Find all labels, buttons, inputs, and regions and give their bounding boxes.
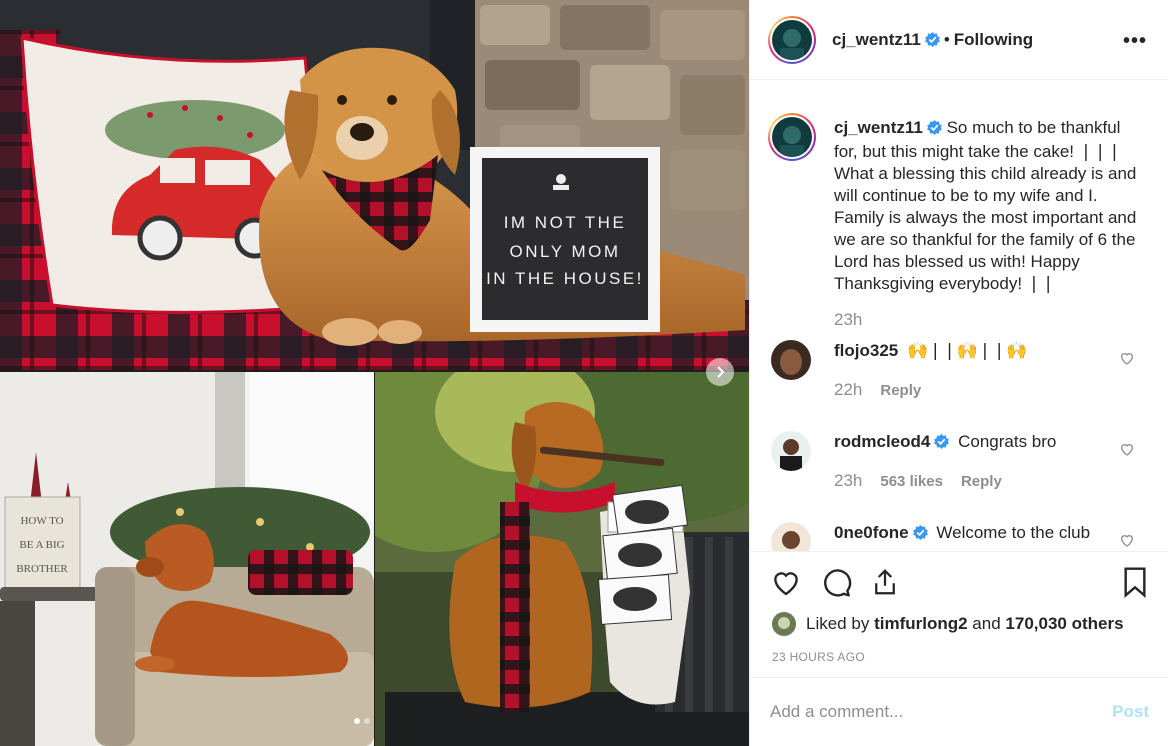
likes-and: and [972, 614, 1001, 633]
reply-button[interactable]: Reply [961, 473, 1002, 490]
post-timestamp[interactable]: 23 HOURS AGO [772, 650, 865, 664]
comment-text: 🙌❘❘🙌❘❘🙌 [906, 341, 1028, 360]
post-side-panel: cj_wentz11 • Following ••• cj_wentz11 So … [749, 0, 1168, 746]
author-username[interactable]: cj_wentz11 [832, 30, 921, 49]
verified-badge-icon [934, 433, 950, 455]
comment-like-icon[interactable] [1119, 441, 1135, 462]
comment-text: Welcome to the club [936, 523, 1091, 542]
comment-text: Congrats bro [958, 432, 1057, 451]
letter-board-line-3: IN THE HOUSE! [486, 269, 644, 288]
header-separator: • [943, 30, 950, 49]
chevron-right-icon [717, 366, 725, 378]
photo-bottom-right [375, 372, 749, 746]
carousel-dot [364, 718, 370, 724]
share-icon[interactable] [870, 566, 900, 603]
commenter-avatar[interactable] [771, 522, 811, 551]
comment-bubble-icon[interactable] [820, 566, 852, 603]
photo-top: IM NOT THE ONLY MOM IN THE HOUSE! [0, 0, 749, 370]
caption-username[interactable]: cj_wentz11 [834, 118, 923, 137]
comment-username[interactable]: flojo325 [834, 341, 898, 360]
more-dots-icon[interactable]: ••• [1123, 30, 1147, 53]
likes-count[interactable]: 170,030 others [1005, 614, 1123, 634]
post-actions: Liked by timfurlong2 and 170,030 others … [750, 551, 1168, 676]
like-heart-icon[interactable] [770, 566, 802, 603]
comment-like-icon[interactable] [1119, 532, 1135, 551]
box-line-2: BE A BIG [19, 539, 64, 551]
carousel-next-button[interactable] [706, 358, 734, 386]
post-header: cj_wentz11 • Following ••• [750, 0, 1168, 80]
caption-time[interactable]: 23h [834, 309, 1146, 331]
comment-username[interactable]: 0ne0fone [834, 523, 909, 542]
bookmark-icon[interactable] [1121, 566, 1149, 603]
commenter-avatar[interactable] [771, 340, 811, 380]
comment-time[interactable]: 23h [834, 471, 862, 490]
author-avatar[interactable] [768, 16, 816, 64]
box-line-1: HOW TO [20, 515, 63, 527]
comment-likes-count[interactable]: 563 likes [880, 473, 943, 490]
caption-text: So much to be thankful for, but this mig… [834, 118, 1137, 293]
caption-avatar[interactable] [768, 113, 816, 161]
liker-avatar [772, 612, 796, 636]
following-button[interactable]: Following [954, 30, 1033, 49]
verified-badge-icon [912, 524, 928, 546]
verified-badge-icon [926, 119, 942, 141]
post-comment-button[interactable]: Post [1112, 702, 1149, 722]
comments-list[interactable]: cj_wentz11 So much to be thankful for, b… [750, 81, 1168, 551]
comment-time[interactable]: 22h [834, 380, 862, 399]
verified-badge-icon [924, 32, 940, 52]
comment-like-icon[interactable] [1119, 350, 1135, 371]
letter-board-line-1: IM NOT THE [504, 213, 627, 232]
add-comment-input[interactable] [770, 700, 1090, 724]
photo-bottom-left: HOW TO BE A BIG BROTHER [0, 372, 374, 746]
letter-board-line-2: ONLY MOM [510, 242, 621, 261]
box-line-3: BROTHER [16, 563, 68, 575]
likes-prefix: Liked by [806, 614, 870, 633]
carousel-dots [354, 718, 370, 724]
comment-composer: Post [750, 677, 1168, 746]
reply-button[interactable]: Reply [880, 382, 921, 399]
likes-summary[interactable]: Liked by timfurlong2 and 170,030 others [772, 612, 1124, 636]
comment-username[interactable]: rodmcleod4 [834, 432, 930, 451]
carousel-dot [354, 718, 360, 724]
commenter-avatar[interactable] [771, 431, 811, 471]
liker-username[interactable]: timfurlong2 [874, 614, 968, 634]
post-media[interactable]: IM NOT THE ONLY MOM IN THE HOUSE! HOW TO… [0, 0, 749, 746]
